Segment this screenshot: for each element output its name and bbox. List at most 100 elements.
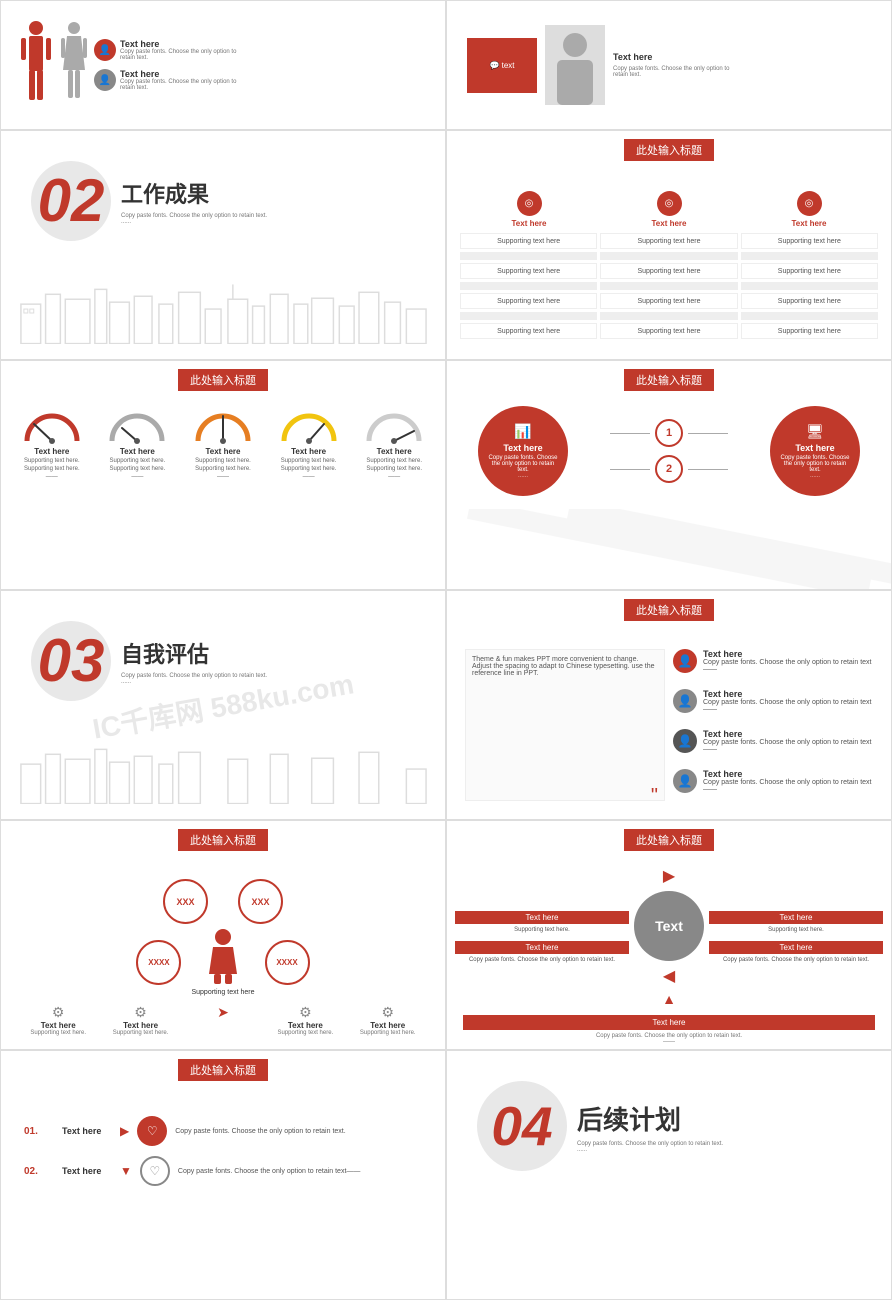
table-cell	[600, 312, 737, 320]
icon-row-1: 👤 Text here Copy paste fonts. Choose the…	[673, 649, 873, 673]
table-cell: Supporting text here	[741, 233, 878, 249]
female-figure	[203, 929, 243, 984]
male-silhouette-red	[19, 20, 54, 110]
center-circle: Text	[634, 891, 704, 961]
flow-text-1: Copy paste fonts. Choose the only option…	[175, 1128, 345, 1135]
xxxx-circle-2: XXXX	[265, 940, 310, 985]
section-title-bar-3-2: 此处输入标题	[624, 369, 714, 391]
left-card-1: Text here Supporting text here.	[455, 911, 629, 933]
table-cell	[460, 282, 597, 290]
right-cards: Text here Supporting text here. Text her…	[709, 911, 883, 963]
slide-3-2: 此处输入标题 📊 Text here Copy paste fonts. Cho…	[446, 360, 892, 590]
big-number-03: 03	[38, 631, 105, 691]
table-cell: Supporting text here	[600, 263, 737, 279]
section-title-bar-4-2: 此处输入标题	[624, 599, 714, 621]
left-card-1-label: Text here	[455, 911, 629, 924]
xxx-circle-1: XXX	[163, 879, 208, 924]
chat-label: 💬 text	[489, 61, 514, 70]
flow-label-1: Text here	[62, 1126, 112, 1136]
gauge-label-1: Text here	[34, 447, 69, 456]
dots-4-1: ......	[121, 679, 267, 685]
table-cell	[741, 252, 878, 260]
circle2-dots: ......	[810, 473, 820, 479]
gauge-support-2b: Supporting text here.	[110, 466, 166, 472]
slide-1-1: 👤 Text here Copy paste fonts. Choose the…	[0, 0, 446, 130]
item-text-3: Copy paste fonts. Choose the only option…	[703, 739, 873, 753]
bottom-card-label: Text here	[463, 1015, 875, 1030]
circle1-text: Copy paste fonts. Choose the only option…	[486, 455, 560, 473]
circle1-title: Text here	[503, 443, 542, 453]
gauge-item-4: Text here Supporting text here. Supporti…	[274, 406, 344, 480]
text-here-1a: Text here	[120, 39, 240, 49]
icon-row-4: 👤 Text here Copy paste fonts. Choose the…	[673, 769, 873, 793]
num-1: 1	[655, 419, 683, 447]
flow-num-1: 01.	[24, 1126, 54, 1137]
gauge-support-5: Supporting text here.	[366, 458, 422, 464]
item-text-1: Copy paste fonts. Choose the only option…	[703, 659, 873, 673]
text-here-2a: Text here	[613, 52, 743, 62]
gauge-dash-5: ——	[388, 474, 400, 480]
table-cell: Supporting text here	[460, 233, 597, 249]
quote-mark: "	[651, 785, 658, 808]
center-section: ▶ Text ◀ ▲	[634, 866, 704, 1007]
gauge-dash-2: ——	[131, 474, 143, 480]
right-card-2-label: Text here	[709, 941, 883, 954]
left-card-2: Text here Copy paste fonts. Choose the o…	[455, 941, 629, 963]
quote-text: Theme & fun makes PPT more convenient to…	[472, 656, 658, 677]
icon-support-2: Supporting text here.	[113, 1030, 169, 1036]
circle2-text: Copy paste fonts. Choose the only option…	[778, 455, 852, 473]
text-here-1b: Text here	[120, 69, 240, 79]
flow-num-2: 02.	[24, 1166, 54, 1177]
icon-row-2: 👤 Text here Copy paste fonts. Choose the…	[673, 689, 873, 713]
icon-label-4: Text here	[370, 1021, 405, 1030]
icon-label-1: Text here	[41, 1021, 76, 1030]
arrow-up: ▲	[662, 991, 676, 1007]
item-text-4: Copy paste fonts. Choose the only option…	[703, 779, 873, 793]
icon-support-4: Supporting text here.	[360, 1030, 416, 1036]
section-title-bar-3-1: 此处输入标题	[178, 369, 268, 391]
section-title-bar-6-1: 此处输入标题	[178, 1059, 268, 1081]
left-circle: 📊 Text here Copy paste fonts. Choose the…	[478, 406, 568, 496]
bottom-dash: ——	[463, 1039, 875, 1045]
red-icon-1: 👤	[94, 39, 116, 61]
gauge-support-1: Supporting text here.	[24, 458, 80, 464]
icon-support-1: Supporting text here.	[30, 1030, 86, 1036]
arrow-icon-1: ▶	[120, 1124, 129, 1138]
flow-circle-1: ♡	[137, 1116, 167, 1146]
arrow-icon-2: ▼	[120, 1164, 132, 1178]
gauge-item-1: Text here Supporting text here. Supporti…	[17, 406, 87, 480]
subtitle-4-1: Copy paste fonts. Choose the only option…	[121, 673, 267, 679]
dots-2-1: ......	[121, 219, 267, 225]
subtitle-2-1: Copy paste fonts. Choose the only option…	[121, 213, 267, 219]
flow-item-1: 01. Text here ▶ ♡ Copy paste fonts. Choo…	[24, 1116, 422, 1146]
icon-4: 👤	[673, 769, 697, 793]
bottom-icon-2: ⚙ Text here Supporting text here.	[111, 1004, 171, 1036]
gauge-item-5: Text here Supporting text here. Supporti…	[359, 406, 429, 480]
table-cell: Supporting text here	[460, 263, 597, 279]
right-card-2: Text here Copy paste fonts. Choose the o…	[709, 941, 883, 963]
section-title-2-1: 工作成果	[121, 177, 267, 209]
section-title-bar-5-1: 此处输入标题	[178, 829, 268, 851]
item-title-3: Text here	[703, 729, 873, 739]
slide-6-2: 04 后续计划 Copy paste fonts. Choose the onl…	[446, 1050, 892, 1300]
table-cell	[741, 312, 878, 320]
copy-text-1a: Copy paste fonts. Choose the only option…	[120, 49, 240, 61]
gauge-support-4: Supporting text here.	[281, 458, 337, 464]
table-cell: Supporting text here	[741, 293, 878, 309]
section-title-4-1: 自我评估	[121, 637, 267, 669]
gauge-support-2: Supporting text here.	[110, 458, 166, 464]
item-title-1: Text here	[703, 649, 873, 659]
table-cell	[460, 312, 597, 320]
gray-icon-1: 👤	[94, 69, 116, 91]
slide-3-1: 此处输入标题 Text here Supporting text here. S…	[0, 360, 446, 590]
gauge-dash-4: ——	[303, 474, 315, 480]
slide-5-1: 此处输入标题 XXX XXX XXXX	[0, 820, 446, 1050]
female-silhouette-gray	[59, 20, 89, 110]
circle1-dots: ......	[518, 473, 528, 479]
bottom-icon-3: ⚙ Text here Supporting text here.	[275, 1004, 335, 1036]
slide-1-2: 💬 text Text here Copy paste fonts. Choos…	[446, 0, 892, 130]
arrow-right-top: ▶	[663, 866, 675, 886]
gauge-support-1b: Supporting text here.	[24, 466, 80, 472]
table-cell: Supporting text here	[600, 323, 737, 339]
gauge-item-2: Text here Supporting text here. Supporti…	[102, 406, 172, 480]
